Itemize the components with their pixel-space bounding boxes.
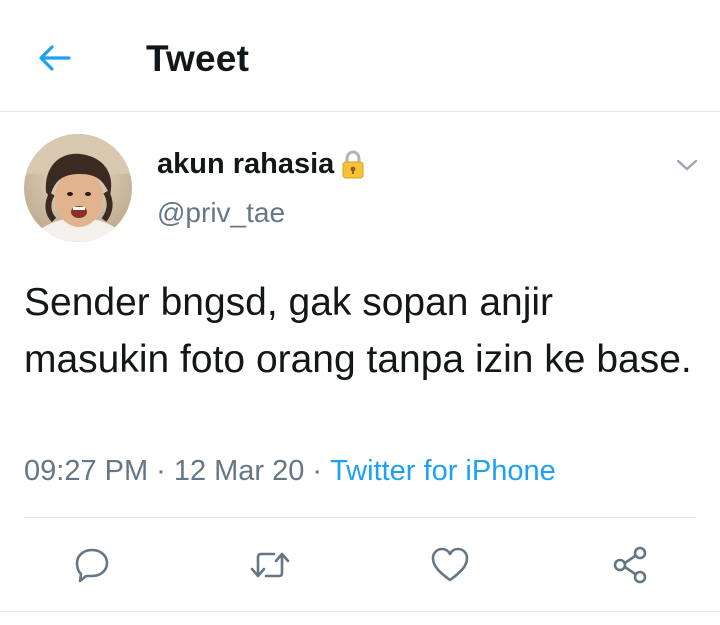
tweet-meta: 09:27 PM · 12 Mar 20 · Twitter for iPhone xyxy=(24,455,556,488)
top-bar: Tweet xyxy=(0,0,720,112)
author-username[interactable]: @priv_tae xyxy=(157,197,285,229)
arrow-left-icon xyxy=(39,45,71,71)
heart-icon xyxy=(431,547,469,582)
tweet-source-link[interactable]: Twitter for iPhone xyxy=(330,455,556,487)
chevron-down-icon xyxy=(676,159,698,171)
reply-button[interactable] xyxy=(67,540,117,590)
meta-separator: · xyxy=(312,455,323,487)
reply-icon xyxy=(75,548,109,583)
tweet-actions xyxy=(0,540,720,590)
author-name-row[interactable]: akun rahasia xyxy=(157,148,366,181)
divider xyxy=(0,611,720,612)
share-button[interactable] xyxy=(605,540,655,590)
share-icon xyxy=(613,546,647,584)
author-display-name: akun rahasia xyxy=(157,148,335,180)
more-options-button[interactable] xyxy=(670,150,704,180)
lock-icon xyxy=(340,149,366,180)
tweet-text: Sender bngsd, gak sopan anjir masukin fo… xyxy=(24,281,692,381)
tweet-date: 12 Mar 20 xyxy=(173,455,305,487)
meta-separator: · xyxy=(156,455,166,487)
divider xyxy=(24,517,696,518)
like-button[interactable] xyxy=(425,540,475,590)
tweet-time: 09:27 PM xyxy=(24,455,149,487)
retweet-button[interactable] xyxy=(245,540,295,590)
page-title: Tweet xyxy=(146,38,250,79)
avatar[interactable] xyxy=(24,134,132,242)
back-button[interactable] xyxy=(32,36,76,80)
retweet-icon xyxy=(250,552,290,578)
